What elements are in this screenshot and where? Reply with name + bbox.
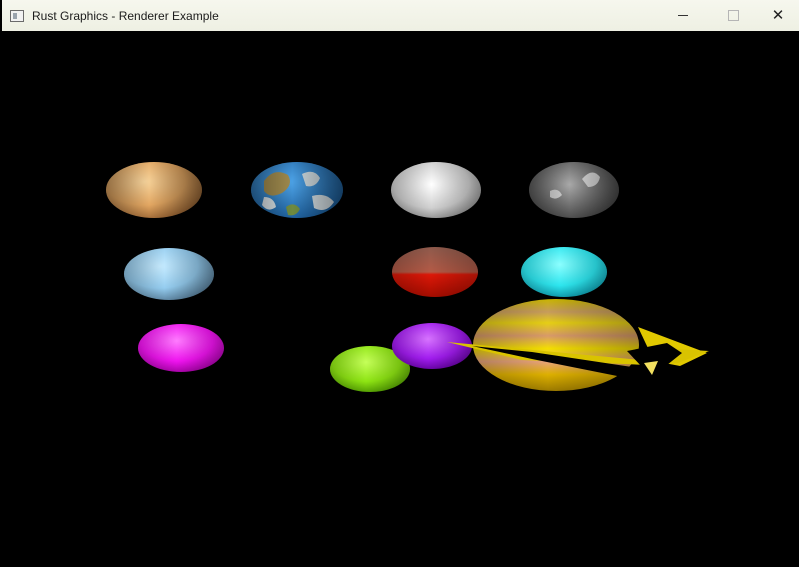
planet-moon-white <box>391 162 481 218</box>
app-window: Rust Graphics - Renderer Example ✕ <box>0 0 799 567</box>
planet-earth <box>251 162 343 218</box>
close-icon: ✕ <box>771 7 785 24</box>
planet-purple <box>392 323 472 369</box>
render-canvas <box>106 162 709 392</box>
close-button[interactable]: ✕ <box>755 0 799 31</box>
planet-saturn <box>447 299 709 391</box>
maximize-icon <box>727 10 739 21</box>
maximize-button[interactable] <box>710 0 756 31</box>
app-icon <box>10 9 24 22</box>
planet-magenta <box>138 324 224 372</box>
render-viewport[interactable] <box>2 31 799 567</box>
planet-mercury <box>106 162 202 218</box>
planet-light-blue <box>124 248 214 300</box>
minimize-button[interactable] <box>660 0 706 31</box>
window-title: Rust Graphics - Renderer Example <box>32 8 219 23</box>
planet-gray <box>529 162 619 218</box>
planet-mars <box>392 247 478 297</box>
planet-cyan <box>521 247 607 297</box>
minimize-icon <box>678 15 688 16</box>
